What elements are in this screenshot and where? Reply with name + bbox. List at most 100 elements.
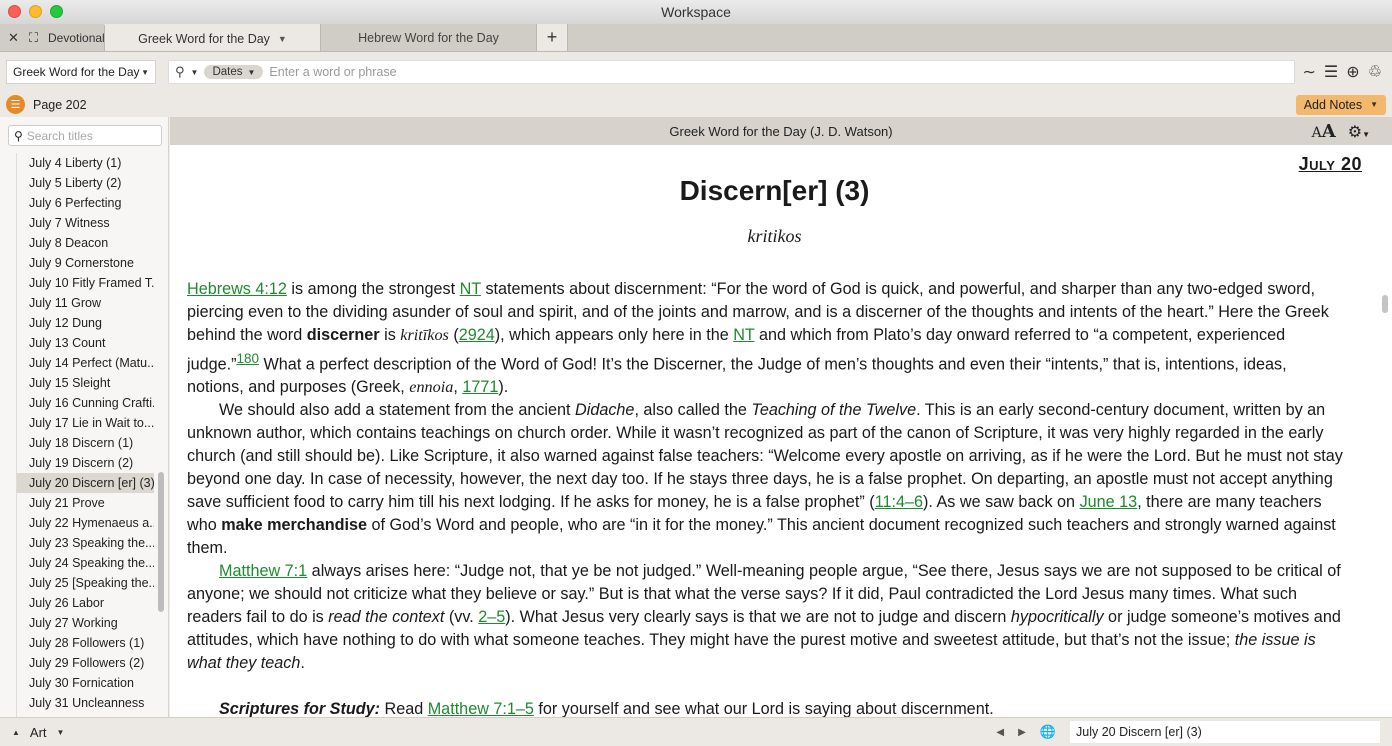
status-bar: ▲ Art ▼ ◀ ▶ 🌐 July 20 Discern [er] (3) xyxy=(0,717,1392,746)
sidebar-item[interactable]: July 17 Lie in Wait to... xyxy=(17,413,154,433)
contents-list-icon[interactable]: ☰ xyxy=(6,95,25,114)
search-icon[interactable]: ⚲ xyxy=(175,64,185,80)
recycle-icon[interactable]: ♲ xyxy=(1368,62,1382,82)
tab-label: Hebrew Word for the Day xyxy=(358,30,499,45)
sidebar-item[interactable]: July 20 Discern [er] (3) xyxy=(17,473,154,493)
sidebar-item[interactable]: July 23 Speaking the... xyxy=(17,533,154,553)
minimize-window-button[interactable] xyxy=(29,5,42,18)
location-label: July 20 Discern [er] (3) xyxy=(1076,725,1202,739)
add-circle-icon[interactable]: ⊕ xyxy=(1346,62,1359,82)
navigation-controls: ◀ ▶ 🌐 July 20 Discern [er] (3) xyxy=(996,721,1380,743)
sidebar-item[interactable]: July 14 Perfect (Matu... xyxy=(17,353,154,373)
sidebar-item[interactable]: July 25 [Speaking the... xyxy=(17,573,154,593)
sidebar-item[interactable]: July 11 Grow xyxy=(17,293,154,313)
sidebar-item[interactable]: July 5 Liberty (2) xyxy=(17,173,154,193)
content-scrollbar[interactable] xyxy=(1382,295,1388,313)
sidebar-item[interactable]: July 24 Speaking the... xyxy=(17,553,154,573)
chevron-down-icon[interactable]: ▼ xyxy=(278,34,287,44)
scripture-link[interactable]: 2–5 xyxy=(478,608,505,626)
title-search-placeholder: Search titles xyxy=(26,128,93,143)
sidebar-item[interactable]: July 4 Liberty (1) xyxy=(17,153,154,173)
sidebar-item[interactable]: July 16 Cunning Crafti... xyxy=(17,393,154,413)
sidebar-item[interactable]: July 15 Sleight xyxy=(17,373,154,393)
sidebar-item[interactable]: July 28 Followers (1) xyxy=(17,633,154,653)
tab-hebrew-word[interactable]: Hebrew Word for the Day xyxy=(320,24,536,51)
add-notes-button[interactable]: Add Notes ▼ xyxy=(1295,94,1386,115)
strongs-link[interactable]: 1771 xyxy=(462,378,498,396)
sidebar-item[interactable]: July 29 Followers (2) xyxy=(17,653,154,673)
location-field[interactable]: July 20 Discern [er] (3) xyxy=(1070,721,1380,743)
globe-icon[interactable]: 🌐 xyxy=(1040,724,1056,740)
article-body: Hebrews 4:12 is among the strongest NT s… xyxy=(187,278,1347,717)
tab-label: Greek Word for the Day xyxy=(138,31,270,46)
sidebar-item[interactable]: July 12 Dung xyxy=(17,313,154,333)
toolbar-icons: ∼ ☰ ⊕ ♲ xyxy=(1303,62,1387,82)
sidebar-item[interactable]: July 19 Discern (2) xyxy=(17,453,154,473)
tab-greek-word[interactable]: Greek Word for the Day ▼ xyxy=(104,24,320,51)
scripture-link[interactable]: Hebrews 4:12 xyxy=(187,280,287,298)
sidebar-item[interactable]: July 8 Deacon xyxy=(17,233,154,253)
sidebar-item[interactable]: July 7 Witness xyxy=(17,213,154,233)
title-search-field[interactable]: ⚲ Search titles xyxy=(8,125,162,146)
reference-link[interactable]: 11:4–6 xyxy=(875,493,923,511)
footnote-link[interactable]: 180 xyxy=(237,351,260,366)
article-date: July 20 xyxy=(1298,154,1362,174)
expand-panel-icon[interactable]: ⛶ xyxy=(29,30,38,46)
close-window-button[interactable] xyxy=(8,5,21,18)
font-size-icon[interactable]: AA xyxy=(1312,121,1336,142)
scripture-link[interactable]: Matthew 7:1 xyxy=(219,562,307,580)
zoom-window-button[interactable] xyxy=(50,5,63,18)
app-window: Workspace ✕ ⛶ Devotionals Greek Word for… xyxy=(0,0,1392,746)
sidebar-item[interactable]: July 30 Fornication xyxy=(17,673,154,693)
study-paragraph: Scriptures for Study: Read Matthew 7:1–5… xyxy=(219,700,994,717)
gear-icon[interactable]: ⚙▼ xyxy=(1348,122,1370,142)
search-scope-chip[interactable]: Dates ▼ xyxy=(204,65,264,79)
add-tab-button[interactable]: + xyxy=(536,24,568,51)
forward-arrow-icon[interactable]: ▶ xyxy=(1018,727,1026,738)
date-link[interactable]: June 13 xyxy=(1080,493,1138,511)
sidebar-item[interactable]: July 22 Hymenaeus a... xyxy=(17,513,154,533)
sidebar-item[interactable]: July 10 Fitly Framed T... xyxy=(17,273,154,293)
book-selector[interactable]: Greek Word for the Day ▼ xyxy=(6,60,156,84)
add-notes-label: Add Notes xyxy=(1303,97,1363,112)
search-icon: ⚲ xyxy=(14,128,23,143)
panel-label: Devotionals xyxy=(48,30,111,45)
sidebar-item[interactable]: July 6 Perfecting xyxy=(17,193,154,213)
chevron-down-icon: ▼ xyxy=(247,67,256,77)
panel-controls: ✕ ⛶ Devotionals xyxy=(0,24,111,51)
sidebar-item[interactable]: July 18 Discern (1) xyxy=(17,433,154,453)
strongs-link[interactable]: 2924 xyxy=(459,326,495,344)
reading-pane: Greek Word for the Day (J. D. Watson) AA… xyxy=(170,117,1392,717)
sidebar-scrollbar[interactable] xyxy=(158,472,164,612)
sidebar-item[interactable]: July 27 Working xyxy=(17,613,154,633)
sidebar-item[interactable]: July 31 Uncleanness xyxy=(17,693,154,713)
book-selector-label: Greek Word for the Day xyxy=(13,65,140,79)
sidebar-item[interactable]: July 9 Cornerstone xyxy=(17,253,154,273)
search-bar[interactable]: ⚲ ▼ Dates ▼ Enter a word or phrase xyxy=(168,60,1295,84)
article-title: Discern[er] (3) xyxy=(679,175,870,206)
resource-title: Greek Word for the Day (J. D. Watson) xyxy=(669,123,893,139)
scripture-link[interactable]: Matthew 7:1–5 xyxy=(428,700,534,717)
chevron-up-icon: ▲ xyxy=(12,727,20,737)
list-lines-icon[interactable]: ☰ xyxy=(1324,62,1338,82)
abbrev-link[interactable]: NT xyxy=(733,326,754,344)
sidebar-item[interactable]: July 26 Labor xyxy=(17,593,154,613)
chevron-down-icon: ▼ xyxy=(141,67,149,77)
toolbar: Greek Word for the Day ▼ ⚲ ▼ Dates ▼ Ent… xyxy=(0,52,1392,92)
close-panel-icon[interactable]: ✕ xyxy=(8,30,19,46)
chevron-down-icon: ▼ xyxy=(56,727,65,737)
chevron-down-icon: ▼ xyxy=(1370,100,1378,109)
tilde-icon[interactable]: ∼ xyxy=(1303,62,1316,82)
abbrev-link[interactable]: NT xyxy=(460,280,481,298)
page-bar: ☰ Page 202 Add Notes ▼ xyxy=(0,92,1392,117)
search-scope-label: Dates xyxy=(212,66,243,78)
title-bar: Workspace xyxy=(0,0,1392,24)
layout-menu[interactable]: ▲ Art ▼ xyxy=(12,725,64,740)
header-icons: AA ⚙▼ xyxy=(1312,121,1370,142)
search-input[interactable]: Enter a word or phrase xyxy=(269,65,396,79)
chevron-down-icon[interactable]: ▼ xyxy=(191,68,199,77)
back-arrow-icon[interactable]: ◀ xyxy=(996,727,1004,738)
article-subtitle: kritikos xyxy=(747,226,802,246)
sidebar-item[interactable]: July 21 Prove xyxy=(17,493,154,513)
sidebar-item[interactable]: July 13 Count xyxy=(17,333,154,353)
